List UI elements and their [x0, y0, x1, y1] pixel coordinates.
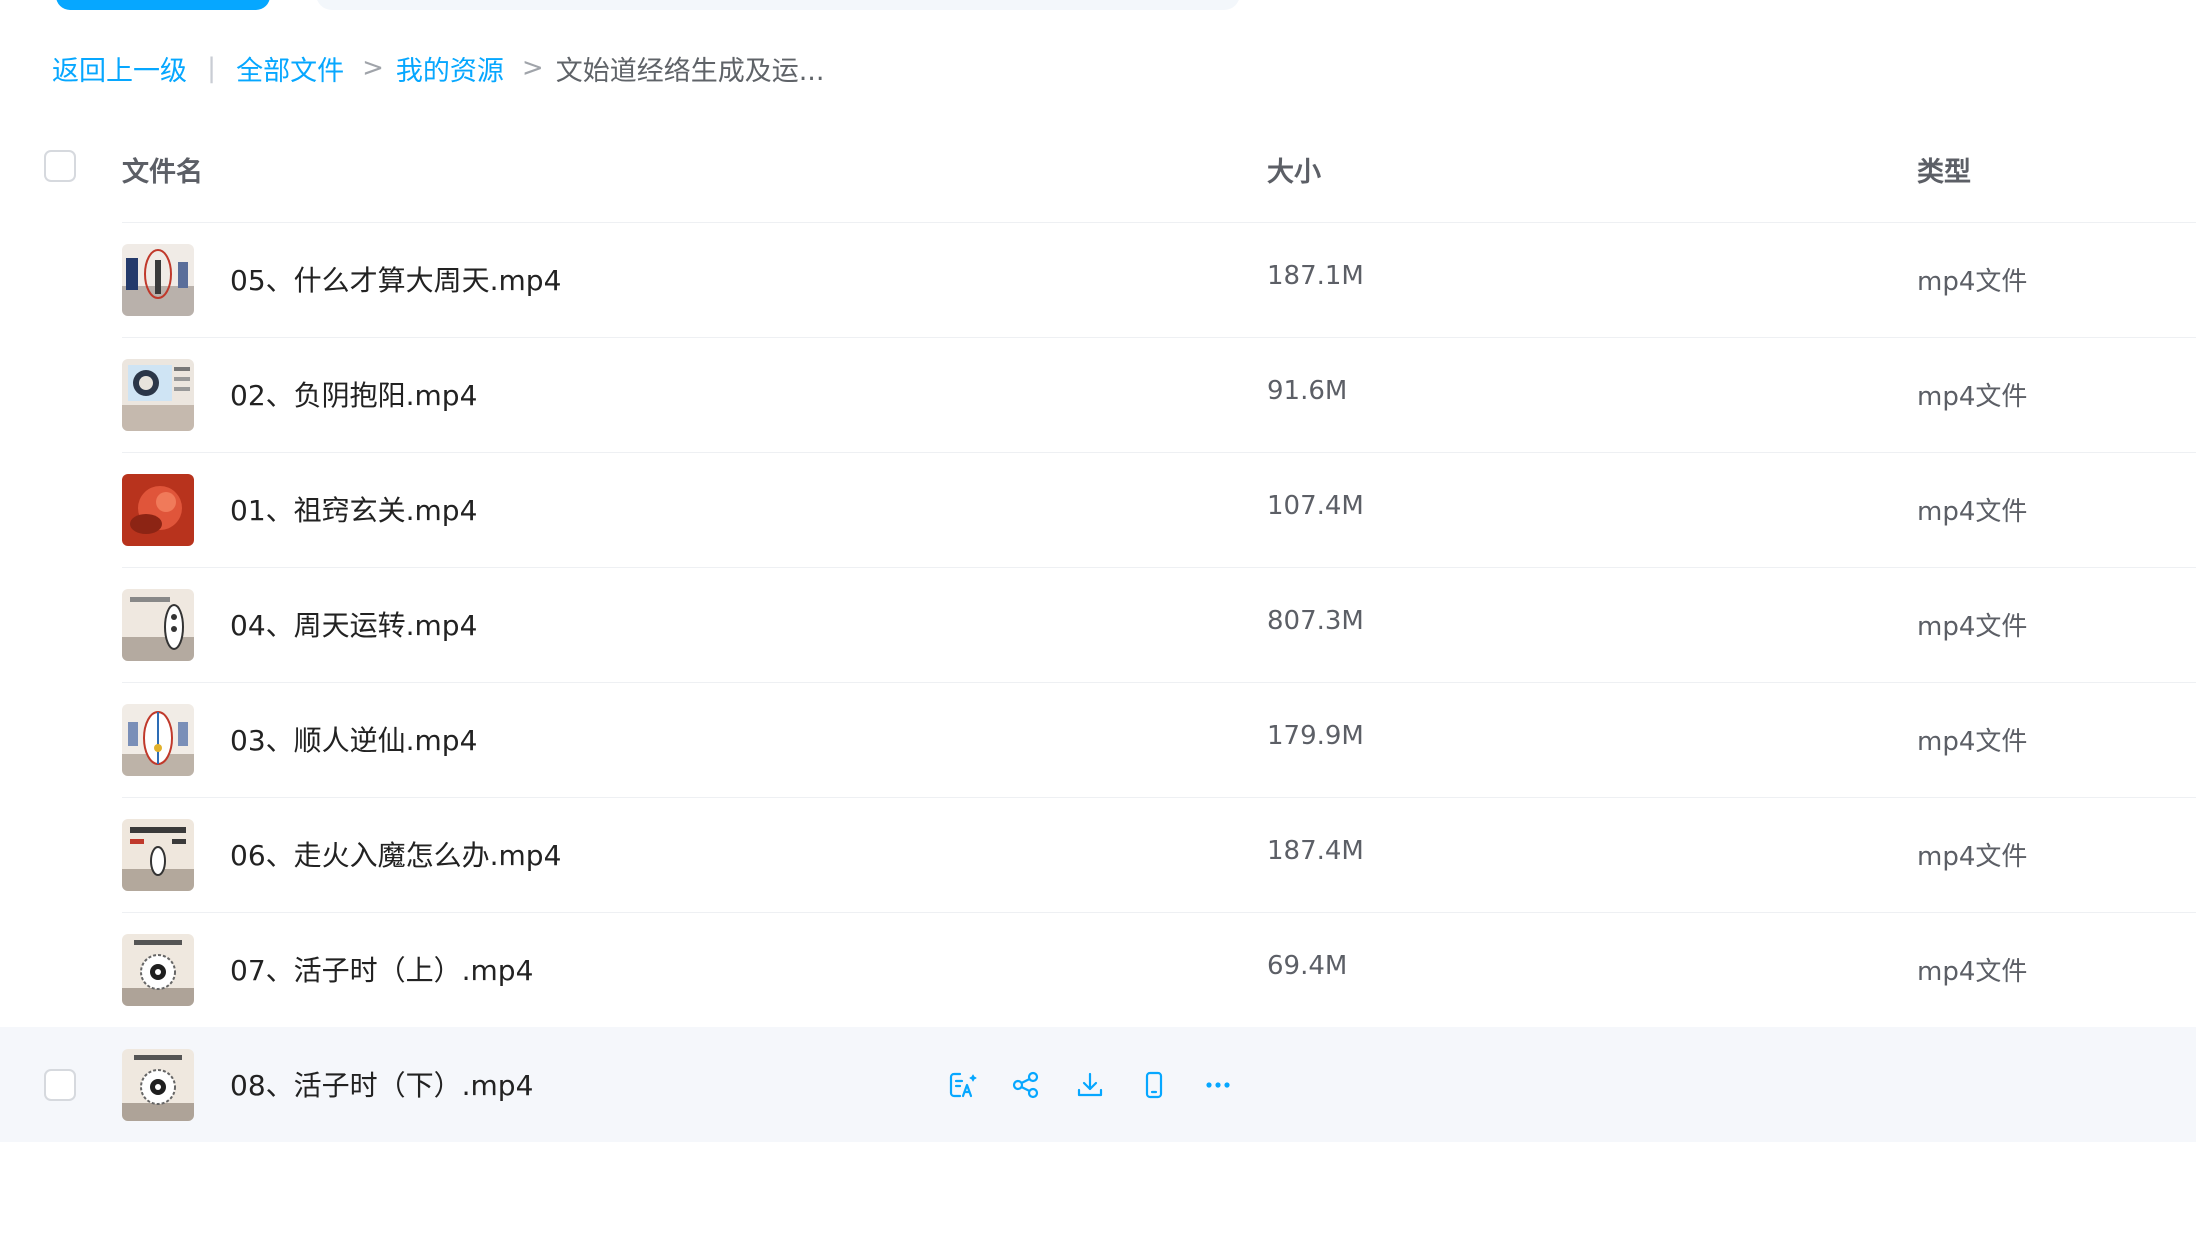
breadcrumb-all-files[interactable]: 全部文件 — [236, 49, 344, 88]
file-type: mp4文件 — [1917, 842, 2028, 872]
video-thumbnail — [122, 474, 194, 546]
file-name[interactable]: 07、活子时（上）.mp4 — [230, 949, 533, 989]
file-size: 807.3M — [1267, 606, 1364, 636]
select-all-checkbox[interactable] — [44, 150, 76, 182]
file-name[interactable]: 06、走火入魔怎么办.mp4 — [230, 834, 561, 874]
header-size[interactable]: 大小 — [1267, 150, 1321, 189]
ai-summary-icon[interactable] — [940, 1063, 984, 1107]
file-size: 179.9M — [1267, 721, 1364, 751]
file-name[interactable]: 01、祖窍玄关.mp4 — [230, 489, 477, 529]
file-name[interactable]: 08、活子时（下）.mp4 — [230, 1064, 533, 1104]
table-row[interactable]: 07、活子时（上）.mp4 69.4M mp4文件 — [0, 912, 2196, 1027]
file-size: 91.6M — [1267, 376, 1348, 406]
file-size: 107.4M — [1267, 491, 1364, 521]
header-type[interactable]: 类型 — [1917, 150, 1971, 189]
file-size: 187.4M — [1267, 836, 1364, 866]
table-row[interactable]: 02、负阴抱阳.mp4 91.6M mp4文件 — [0, 337, 2196, 452]
file-name[interactable]: 02、负阴抱阳.mp4 — [230, 374, 477, 414]
share-icon[interactable] — [1004, 1063, 1048, 1107]
row-divider — [122, 912, 2196, 913]
file-type: mp4文件 — [1917, 727, 2028, 757]
video-thumbnail — [122, 819, 194, 891]
table-row[interactable]: 05、什么才算大周天.mp4 187.1M mp4文件 — [0, 222, 2196, 337]
row-divider — [122, 1027, 2196, 1028]
file-type: mp4文件 — [1917, 612, 2028, 642]
file-name[interactable]: 03、顺人逆仙.mp4 — [230, 719, 477, 759]
table-row-hovered[interactable]: 08、活子时（下）.mp4 — [0, 1027, 2196, 1142]
header-filename[interactable]: 文件名 — [122, 150, 203, 189]
video-thumbnail — [122, 244, 194, 316]
breadcrumb-arrow: > — [362, 53, 384, 83]
row-divider — [122, 222, 2196, 223]
video-thumbnail — [122, 704, 194, 776]
row-divider — [122, 682, 2196, 683]
table-header: 文件名 大小 类型 — [0, 136, 2196, 220]
file-name[interactable]: 04、周天运转.mp4 — [230, 604, 477, 644]
row-divider — [122, 337, 2196, 338]
table-row[interactable]: 06、走火入魔怎么办.mp4 187.4M mp4文件 — [0, 797, 2196, 912]
download-icon[interactable] — [1068, 1063, 1112, 1107]
more-icon[interactable] — [1196, 1063, 1240, 1107]
table-row[interactable]: 04、周天运转.mp4 807.3M mp4文件 — [0, 567, 2196, 682]
table-row[interactable]: 01、祖窍玄关.mp4 107.4M mp4文件 — [0, 452, 2196, 567]
breadcrumb: 返回上一级 | 全部文件 > 我的资源 > 文始道经络生成及运... — [52, 48, 824, 88]
video-thumbnail — [122, 589, 194, 661]
video-thumbnail — [122, 934, 194, 1006]
row-checkbox[interactable] — [44, 1069, 76, 1101]
breadcrumb-arrow: > — [521, 53, 544, 83]
row-divider — [122, 452, 2196, 453]
file-type: mp4文件 — [1917, 497, 2028, 527]
file-type: mp4文件 — [1917, 267, 2028, 297]
file-name[interactable]: 05、什么才算大周天.mp4 — [230, 259, 561, 299]
file-type: mp4文件 — [1917, 382, 2028, 412]
phone-icon[interactable] — [1132, 1063, 1176, 1107]
file-type: mp4文件 — [1917, 957, 2028, 987]
breadcrumb-separator: | — [207, 52, 217, 84]
search-bar[interactable] — [316, 0, 1240, 10]
breadcrumb-current: 文始道经络生成及运... — [555, 55, 825, 87]
row-actions — [940, 1063, 1260, 1107]
file-size: 69.4M — [1267, 951, 1348, 981]
table-row[interactable]: 03、顺人逆仙.mp4 179.9M mp4文件 — [0, 682, 2196, 797]
upload-button[interactable] — [56, 0, 270, 10]
file-size: 187.1M — [1267, 261, 1364, 291]
row-divider — [122, 797, 2196, 798]
row-divider — [122, 567, 2196, 568]
breadcrumb-my-resources[interactable]: 我的资源 — [396, 49, 504, 88]
video-thumbnail — [122, 1049, 194, 1121]
video-thumbnail — [122, 359, 194, 431]
back-link[interactable]: 返回上一级 — [52, 49, 187, 88]
